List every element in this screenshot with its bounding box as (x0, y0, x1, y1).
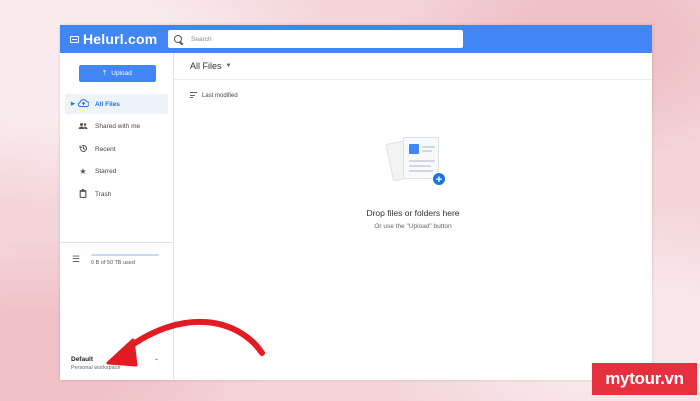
sort-label: Last modified (202, 92, 238, 99)
empty-state-subtitle: Or use the "Upload" button (374, 223, 452, 230)
sidebar-item-all-files[interactable]: ▶ All Files (65, 94, 168, 114)
storage-list-icon: ☰ (72, 254, 81, 264)
app-window: Helurl.com ⤒ Upload ▶ All Files S (60, 25, 652, 380)
star-icon: ★ (79, 167, 87, 176)
sidebar-item-starred[interactable]: ★ Starred (60, 162, 174, 182)
upload-icon: ⤒ (103, 69, 107, 77)
workspace-name: Default (71, 356, 94, 363)
page-title[interactable]: All Files (190, 61, 222, 71)
trash-icon (77, 188, 89, 200)
top-bar: Helurl.com (60, 25, 652, 53)
caret-right-icon[interactable]: ▶ (71, 101, 75, 107)
sidebar-item-shared[interactable]: Shared with me (60, 117, 174, 137)
history-icon (77, 144, 89, 155)
upload-button[interactable]: ⤒ Upload (79, 65, 156, 82)
files-illustration-icon: + (373, 131, 453, 201)
upload-label: Upload (111, 70, 132, 77)
empty-state: + Drop files or folders here Or use the … (174, 131, 652, 230)
storage-progress-bar (91, 254, 159, 256)
sort-control[interactable]: Last modified (190, 92, 238, 100)
logo[interactable]: Helurl.com (70, 31, 157, 47)
empty-state-title: Drop files or folders here (366, 208, 460, 218)
chevron-up-down-icon[interactable]: ⌃ (154, 358, 159, 365)
sidebar-item-label: Starred (95, 168, 117, 175)
sidebar-item-label: All Files (95, 100, 120, 108)
sidebar-item-label: Recent (95, 145, 116, 153)
workspace-switcher[interactable]: Default Personal workspace ⌃ (71, 356, 161, 371)
sidebar-item-label: Shared with me (95, 123, 141, 130)
sidebar-item-label: Trash (95, 190, 112, 198)
sidebar-item-trash[interactable]: Trash (60, 184, 174, 204)
search-input[interactable] (191, 35, 451, 43)
main-content: All Files ▼ Last modified + Drop files o… (174, 53, 652, 380)
sidebar: ⤒ Upload ▶ All Files Shared with me Rece… (60, 53, 174, 380)
main-header: All Files ▼ (174, 53, 652, 80)
storage-text: 0 B of 50 TB used (91, 260, 135, 266)
logo-text: Helurl.com (83, 31, 158, 47)
logo-icon (70, 35, 79, 43)
sidebar-item-recent[interactable]: Recent (60, 139, 174, 159)
watermark-text: mytour.vn (605, 369, 684, 388)
sidebar-nav: ▶ All Files Shared with me Recent ★ Star… (60, 94, 174, 207)
sort-icon (190, 92, 197, 100)
search-box[interactable] (168, 30, 463, 48)
caret-down-icon[interactable]: ▼ (226, 63, 232, 69)
search-icon (174, 34, 183, 44)
workspace-subtitle: Personal workspace (71, 365, 121, 371)
plus-icon: + (432, 172, 446, 186)
people-icon (77, 122, 89, 132)
mytour-watermark: mytour.vn (592, 363, 697, 395)
sidebar-divider (60, 242, 174, 243)
cloud-upload-icon (77, 99, 89, 109)
